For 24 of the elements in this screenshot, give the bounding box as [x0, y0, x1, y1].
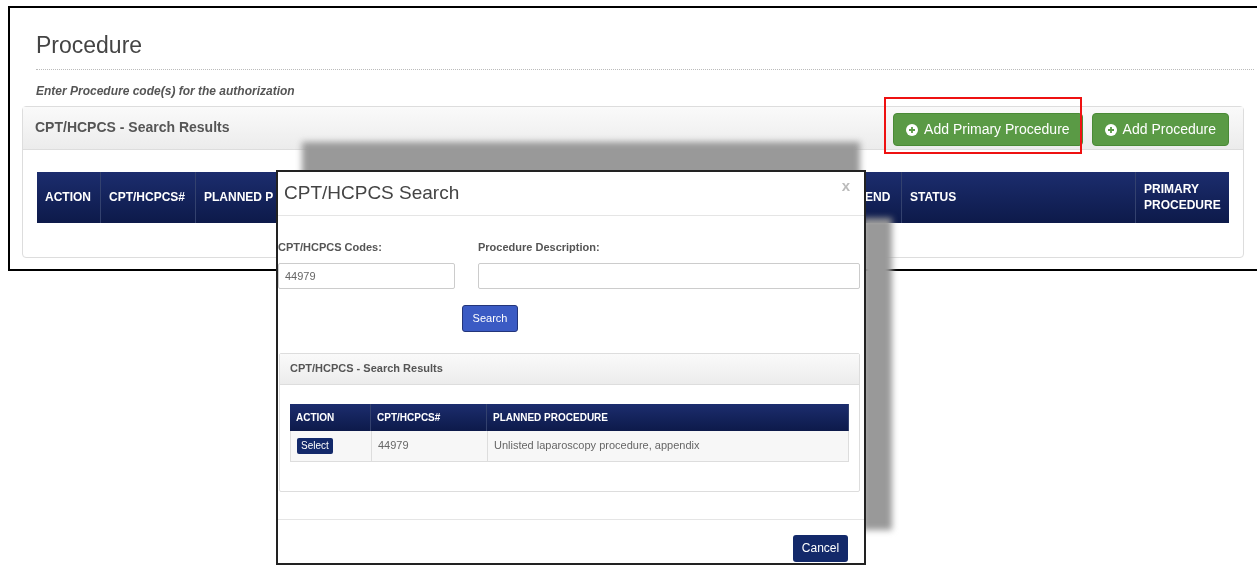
plus-circle-icon [1104, 123, 1117, 136]
column-header: CPT/HCPCS# [101, 171, 196, 223]
column-header: PRIMARY PROCEDURE [1135, 171, 1229, 223]
panel-title: CPT/HCPCS - Search Results [35, 118, 230, 137]
add-procedure-button[interactable]: Add Procedure [1091, 113, 1229, 146]
column-header: ACTION [290, 403, 371, 431]
column-header: ACTION [37, 171, 101, 223]
plus-circle-icon [906, 123, 919, 136]
select-button[interactable]: Select [297, 437, 333, 454]
instruction-text: Enter Procedure code(s) for the authorization [36, 82, 295, 100]
column-header: CPT/HCPCS# [371, 403, 487, 431]
search-button[interactable]: Search [462, 304, 518, 332]
field-label: CPT/HCPCS Codes: [278, 240, 382, 255]
input-field[interactable] [478, 262, 860, 289]
table-cell-text: Unlisted laparoscopy procedure, appendix [494, 438, 700, 454]
cancel-button[interactable]: Cancel [793, 534, 848, 562]
table-cell-text: 44979 [378, 438, 409, 454]
input-field[interactable]: 44979 [278, 262, 455, 289]
column-header: STATUS [901, 171, 1135, 223]
field-label: Procedure Description: [478, 240, 600, 255]
panel-title: CPT/HCPCS - Search Results [290, 361, 443, 377]
column-header: PLANNED PROCEDURE [487, 403, 849, 431]
page-title: Procedure [36, 31, 143, 60]
add-procedure-button[interactable]: Add Primary Procedure [893, 113, 1083, 146]
